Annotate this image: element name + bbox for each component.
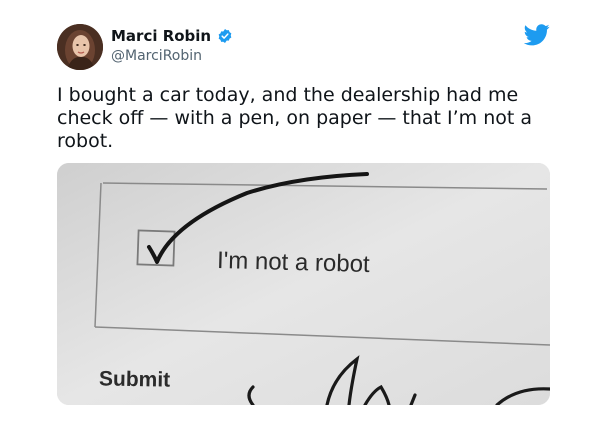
avatar[interactable] bbox=[57, 24, 103, 70]
display-name[interactable]: Marci Robin bbox=[111, 27, 211, 45]
twitter-bird-icon[interactable] bbox=[524, 24, 550, 46]
tweet-card: Marci Robin @MarciRobin I bought a car t… bbox=[0, 0, 600, 421]
verified-badge-icon bbox=[218, 29, 232, 43]
avatar-image bbox=[57, 24, 103, 70]
tweet-text: I bought a car today, and the dealership… bbox=[57, 84, 533, 152]
author-row: Marci Robin bbox=[111, 27, 233, 45]
tweet-photo[interactable]: I'm not a robot Submit bbox=[57, 163, 550, 405]
submit-label: Submit bbox=[98, 367, 171, 392]
user-handle[interactable]: @MarciRobin bbox=[111, 48, 202, 64]
checkbox-label: I'm not a robot bbox=[216, 247, 371, 278]
